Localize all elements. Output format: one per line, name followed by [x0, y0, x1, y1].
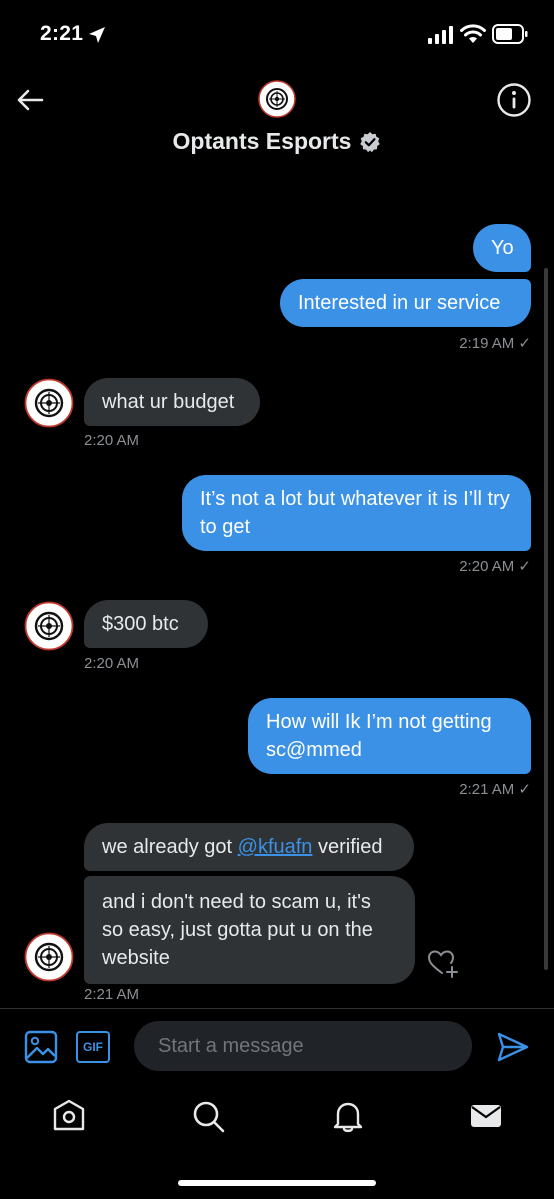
battery-icon: [492, 24, 528, 44]
like-heart-plus-icon[interactable]: [425, 945, 461, 981]
home-indicator[interactable]: [178, 1180, 376, 1186]
page-title: Optants Esports: [172, 128, 352, 154]
arrow-left-icon: [17, 89, 44, 111]
message-text: Yo: [491, 237, 514, 259]
back-button[interactable]: [14, 84, 46, 116]
conversation-title[interactable]: Optants Esports: [0, 128, 554, 155]
scrollbar[interactable]: [544, 268, 548, 970]
message-text: we already got: [102, 836, 238, 858]
avatar[interactable]: [24, 378, 74, 428]
image-icon[interactable]: [24, 1030, 58, 1064]
info-icon[interactable]: [496, 82, 532, 118]
avatar[interactable]: [258, 80, 296, 118]
home-icon[interactable]: [51, 1098, 87, 1134]
message-text: verified: [312, 836, 383, 858]
message-bubble-sent[interactable]: Interested in ur service: [280, 279, 531, 327]
cellular-signal-icon: [428, 26, 453, 44]
divider: [0, 1008, 554, 1009]
mention-link[interactable]: @kfuafn: [238, 836, 313, 858]
message-bubble-sent[interactable]: It’s not a lot but whatever it is I’ll t…: [182, 475, 531, 551]
message-bubble-sent[interactable]: Yo: [473, 224, 531, 272]
message-timestamp: 2:20 AM: [84, 655, 140, 672]
message-text: $300 btc: [102, 613, 179, 635]
message-input[interactable]: [134, 1021, 472, 1071]
message-text: It’s not a lot but whatever it is I’ll t…: [200, 488, 510, 538]
wifi-icon: [460, 24, 486, 43]
message-bubble-received[interactable]: we already got @kfuafn verified: [84, 823, 414, 871]
avatar[interactable]: [24, 601, 74, 651]
message-bubble-received[interactable]: what ur budget: [84, 378, 260, 426]
message-text: Interested in ur service: [298, 292, 501, 314]
message-timestamp: 2:21 AM: [84, 986, 140, 1003]
conversation-header: Optants Esports: [0, 70, 554, 172]
message-bubble-received[interactable]: $300 btc: [84, 600, 208, 648]
status-bar: 2:21: [0, 0, 554, 70]
message-text: and i don't need to scam u, it's so easy…: [102, 891, 373, 969]
gif-button[interactable]: GIF: [76, 1031, 110, 1063]
messages-icon[interactable]: [468, 1098, 504, 1134]
message-bubble-sent[interactable]: How will Ik I’m not getting sc@mmed: [248, 698, 531, 774]
send-icon[interactable]: [496, 1030, 530, 1064]
gif-label: GIF: [83, 1040, 103, 1054]
status-time: 2:21: [40, 22, 84, 45]
message-bubble-received[interactable]: and i don't need to scam u, it's so easy…: [84, 876, 415, 984]
message-timestamp: 2:20 AM ✓: [459, 558, 531, 575]
message-composer[interactable]: [134, 1021, 472, 1071]
message-text: what ur budget: [102, 391, 235, 413]
avatar[interactable]: [24, 932, 74, 982]
search-icon[interactable]: [190, 1098, 226, 1134]
message-timestamp: 2:19 AM ✓: [459, 335, 531, 352]
location-arrow-icon: [89, 27, 105, 43]
verified-badge-icon: [360, 131, 381, 152]
notifications-icon[interactable]: [330, 1098, 366, 1134]
message-timestamp: 2:21 AM ✓: [459, 781, 531, 798]
message-timestamp: 2:20 AM: [84, 432, 140, 449]
message-text: How will Ik I’m not getting sc@mmed: [266, 711, 492, 761]
